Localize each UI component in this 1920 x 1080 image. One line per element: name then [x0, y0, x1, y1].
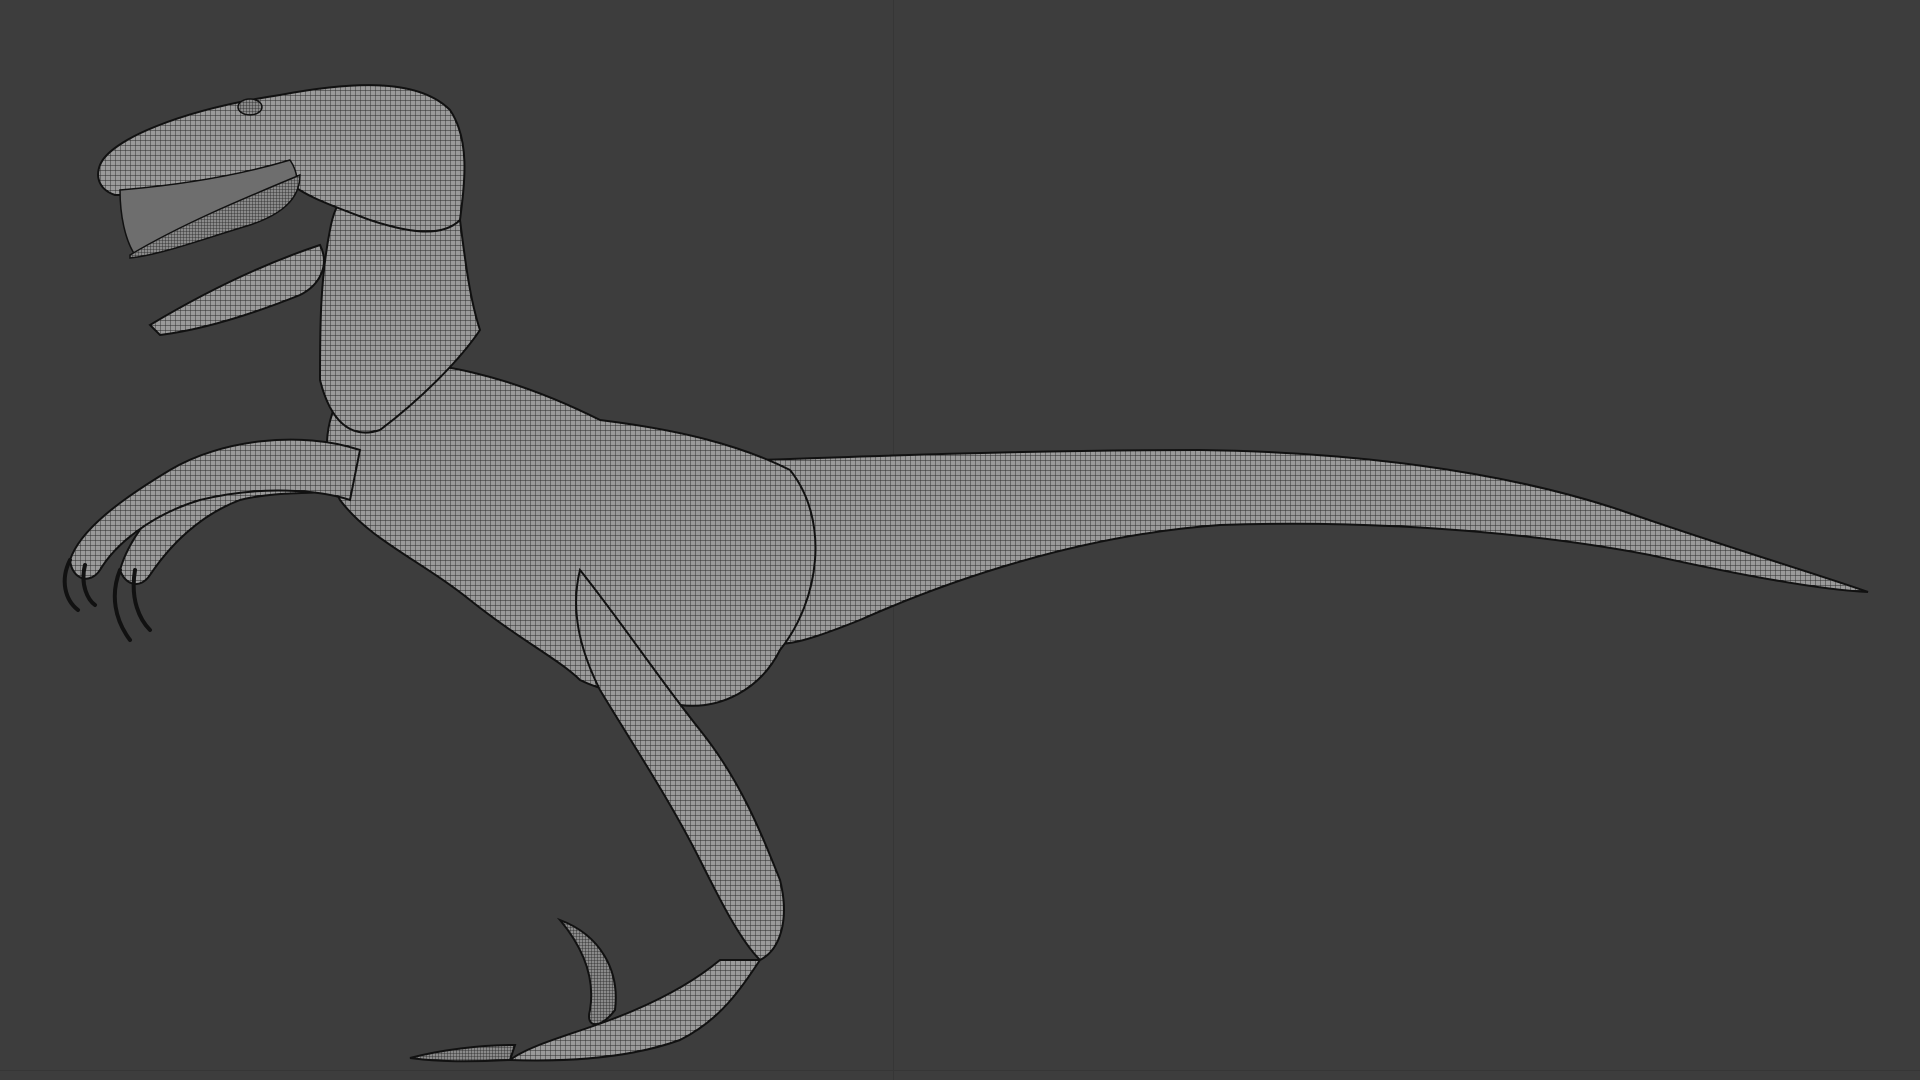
- raptor-mesh[interactable]: [0, 0, 1920, 1080]
- raptor-sickle-claw: [556, 917, 617, 1026]
- raptor-foot[interactable]: [507, 959, 762, 1062]
- raptor-lower-jaw[interactable]: [148, 243, 325, 337]
- raptor-toe: [409, 1043, 517, 1063]
- raptor-eye: [237, 98, 263, 116]
- 3d-viewport[interactable]: [0, 0, 1920, 1080]
- raptor-tail[interactable]: [759, 448, 1869, 645]
